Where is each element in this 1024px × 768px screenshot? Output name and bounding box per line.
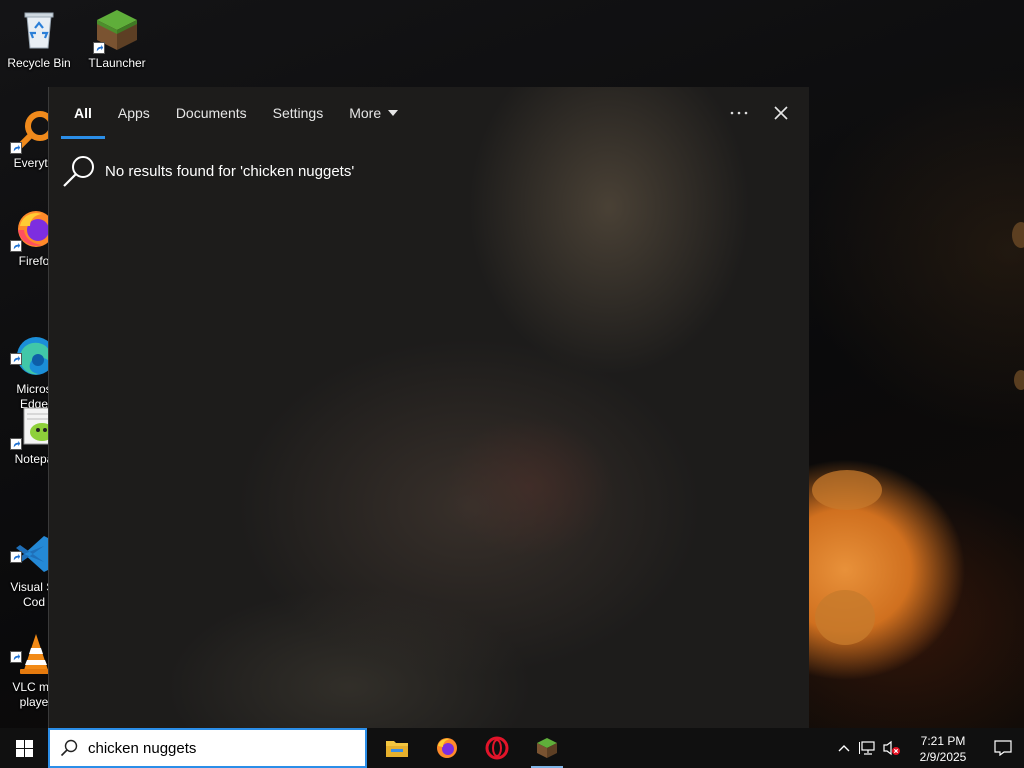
search-scope-tabs: All Apps Documents Settings More	[61, 87, 411, 139]
volume-muted-icon	[883, 740, 900, 756]
taskbar-search-box[interactable]	[48, 728, 367, 768]
close-button[interactable]	[767, 99, 795, 127]
windows-logo-icon	[15, 739, 33, 757]
wallpaper-detail	[812, 470, 882, 510]
shortcut-arrow-icon	[10, 438, 22, 450]
search-icon	[60, 739, 78, 757]
minecraft-grass-block-icon	[93, 8, 139, 54]
taskbar-app-tlauncher[interactable]	[523, 728, 571, 768]
ellipsis-icon	[730, 111, 748, 115]
tab-more[interactable]: More	[336, 87, 411, 139]
tab-label: Settings	[272, 105, 324, 121]
close-icon	[774, 106, 788, 120]
action-center-button[interactable]	[982, 728, 1024, 768]
tab-label: Apps	[117, 105, 150, 121]
minecraft-grass-block-icon	[537, 738, 557, 758]
chevron-down-icon	[388, 110, 399, 116]
opera-icon	[485, 736, 509, 760]
taskbar-app-opera[interactable]	[473, 728, 521, 768]
shortcut-arrow-icon	[10, 353, 22, 365]
panel-actions	[725, 99, 795, 127]
taskbar: 7:21 PM 2/9/2025	[0, 728, 1024, 768]
tab-label: Documents	[175, 105, 247, 121]
shortcut-arrow-icon	[10, 142, 22, 154]
system-tray: 7:21 PM 2/9/2025	[832, 728, 1024, 768]
tab-apps[interactable]: Apps	[105, 87, 163, 139]
file-explorer-icon	[386, 741, 408, 757]
volume-button[interactable]	[880, 728, 904, 768]
desktop-icon-recycle-bin[interactable]: Recycle Bin	[0, 8, 78, 71]
tab-label: All	[74, 105, 92, 121]
clock-time: 7:21 PM	[920, 733, 966, 748]
shortcut-arrow-icon	[10, 551, 22, 563]
action-center-icon	[994, 740, 1012, 756]
tab-all[interactable]: All	[61, 87, 105, 139]
desktop-icon-label: Recycle Bin	[7, 56, 71, 70]
more-options-button[interactable]	[725, 99, 753, 127]
taskbar-app-file-explorer[interactable]	[373, 728, 421, 768]
search-icon	[63, 156, 94, 187]
start-button[interactable]	[0, 728, 48, 768]
chevron-up-icon	[838, 745, 850, 752]
wallpaper-detail	[1012, 222, 1024, 248]
no-results-text: No results found for 'chicken nuggets'	[105, 162, 355, 180]
network-button[interactable]	[856, 728, 880, 768]
taskbar-app-firefox[interactable]	[423, 728, 471, 768]
wallpaper-detail	[1014, 370, 1024, 390]
tab-label: More	[349, 105, 382, 121]
search-results-panel: All Apps Documents Settings More No resu…	[48, 87, 809, 728]
desktop-icon-tlauncher[interactable]: TLauncher	[78, 8, 156, 71]
shortcut-arrow-icon	[93, 42, 105, 54]
firefox-icon	[437, 738, 457, 758]
search-input[interactable]	[88, 739, 338, 757]
tab-documents[interactable]: Documents	[163, 87, 260, 139]
network-icon	[859, 741, 875, 755]
shortcut-arrow-icon	[10, 240, 22, 252]
clock-date: 2/9/2025	[919, 749, 967, 764]
desktop-icon-label: TLauncher	[88, 56, 146, 70]
recycle-bin-icon	[17, 8, 61, 52]
taskbar-clock[interactable]: 7:21 PM 2/9/2025	[904, 732, 982, 765]
tab-settings[interactable]: Settings	[260, 87, 337, 139]
no-results-message: No results found for 'chicken nuggets'	[61, 153, 354, 189]
shortcut-arrow-icon	[10, 651, 22, 663]
show-hidden-icons-button[interactable]	[832, 728, 856, 768]
wallpaper-detail	[815, 590, 875, 645]
